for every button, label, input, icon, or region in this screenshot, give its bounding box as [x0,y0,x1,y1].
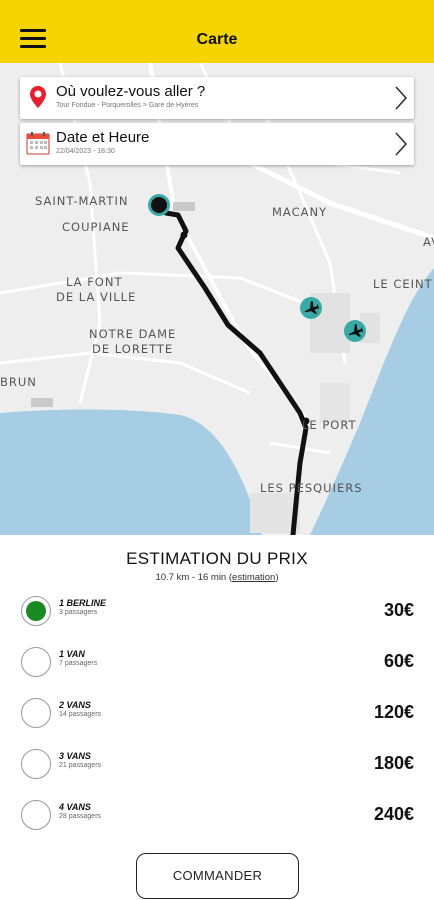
destination-field[interactable]: Où voulez-vous aller ? Tour Fondue - Por… [20,77,414,119]
map-label-la-font: LA FONT [66,275,123,289]
map-label-coupiane: COUPIANE [62,220,130,234]
option-name: 3 VANS [59,751,91,761]
option-name: 4 VANS [59,802,91,812]
estimation-link[interactable]: estimation [232,572,275,583]
chevron-right-icon [395,132,408,156]
vehicle-option-4-vans[interactable]: 4 VANS 28 passagers 240€ [0,796,434,836]
vehicle-option-2-vans[interactable]: 2 VANS 14 passagers 120€ [0,694,434,734]
airport-icon[interactable] [300,297,322,319]
radio-button[interactable] [21,800,51,830]
datetime-subtitle: 22/04/2023 - 18:30 [56,148,115,155]
airport-icon[interactable] [344,320,366,342]
map-label-le-ceint: LE CEINT [373,277,433,291]
estimation-title: ESTIMATION DU PRIX [126,549,308,568]
estimation-summary: 10.7 km - 16 min (estimation) [0,572,434,583]
map-label-notre-dame: NOTRE DAME [89,327,177,341]
option-capacity: 28 passagers [59,813,102,820]
page-title: Carte [196,31,238,48]
radio-button[interactable] [21,596,51,626]
map-label-de-la-ville: DE LA VILLE [56,290,137,304]
option-price: 240€ [373,804,414,824]
map-label-saint-martin: SAINT-MARTIN [35,194,129,208]
map-label-macany: MACANY [272,205,328,219]
estimation-summary-end: ) [275,572,279,583]
destination-subtitle: Tour Fondue - Porquerolles > Gare de Hyè… [56,102,199,109]
map-view[interactable]: SAINT-MARTIN COUPIANE MACANY LA FONT DE … [0,63,434,535]
price-estimation-panel: ESTIMATION DU PRIX 10.7 km - 16 min (est… [0,535,434,900]
option-name: 1 VAN [59,649,85,659]
option-price: 30€ [383,600,414,620]
datetime-field[interactable]: Date et Heure 22/04/2023 - 18:30 [20,123,414,165]
option-capacity: 7 passagers [59,660,98,667]
destination-title: Où voulez-vous aller ? [56,83,206,100]
option-name: 1 BERLINE [59,598,107,608]
app-header: Carte [0,0,434,63]
vehicle-option-3-vans[interactable]: 3 VANS 21 passagers 180€ [0,745,434,785]
option-name: 2 VANS [59,700,91,710]
vehicle-option-1-van[interactable]: 1 VAN 7 passagers 60€ [0,643,434,683]
option-capacity: 21 passagers [59,762,102,769]
chevron-right-icon [395,86,408,110]
radio-button[interactable] [21,698,51,728]
map-label-le-port: LE PORT [302,418,357,432]
option-price: 60€ [383,651,414,671]
radio-button[interactable] [21,749,51,779]
estimation-distance-time: 10.7 km - 16 min ( [155,572,233,583]
radio-button[interactable] [21,647,51,677]
option-capacity: 3 passagers [59,609,98,616]
option-capacity: 14 passagers [59,711,102,718]
map-label-brun: BRUN [0,375,37,389]
map-label-les-pesquiers: LES PESQUIERS [260,481,363,495]
location-pin-icon [30,86,46,108]
option-price: 120€ [373,702,414,722]
calendar-icon [26,132,50,155]
vehicle-option-1-berline[interactable]: 1 BERLINE 3 passagers 30€ [0,592,434,632]
order-button[interactable]: COMMANDER [136,853,299,899]
option-price: 180€ [373,753,414,773]
map-label-av: AV [423,235,434,249]
map-label-de-lorette: DE LORETTE [92,342,174,356]
datetime-title: Date et Heure [56,129,150,146]
